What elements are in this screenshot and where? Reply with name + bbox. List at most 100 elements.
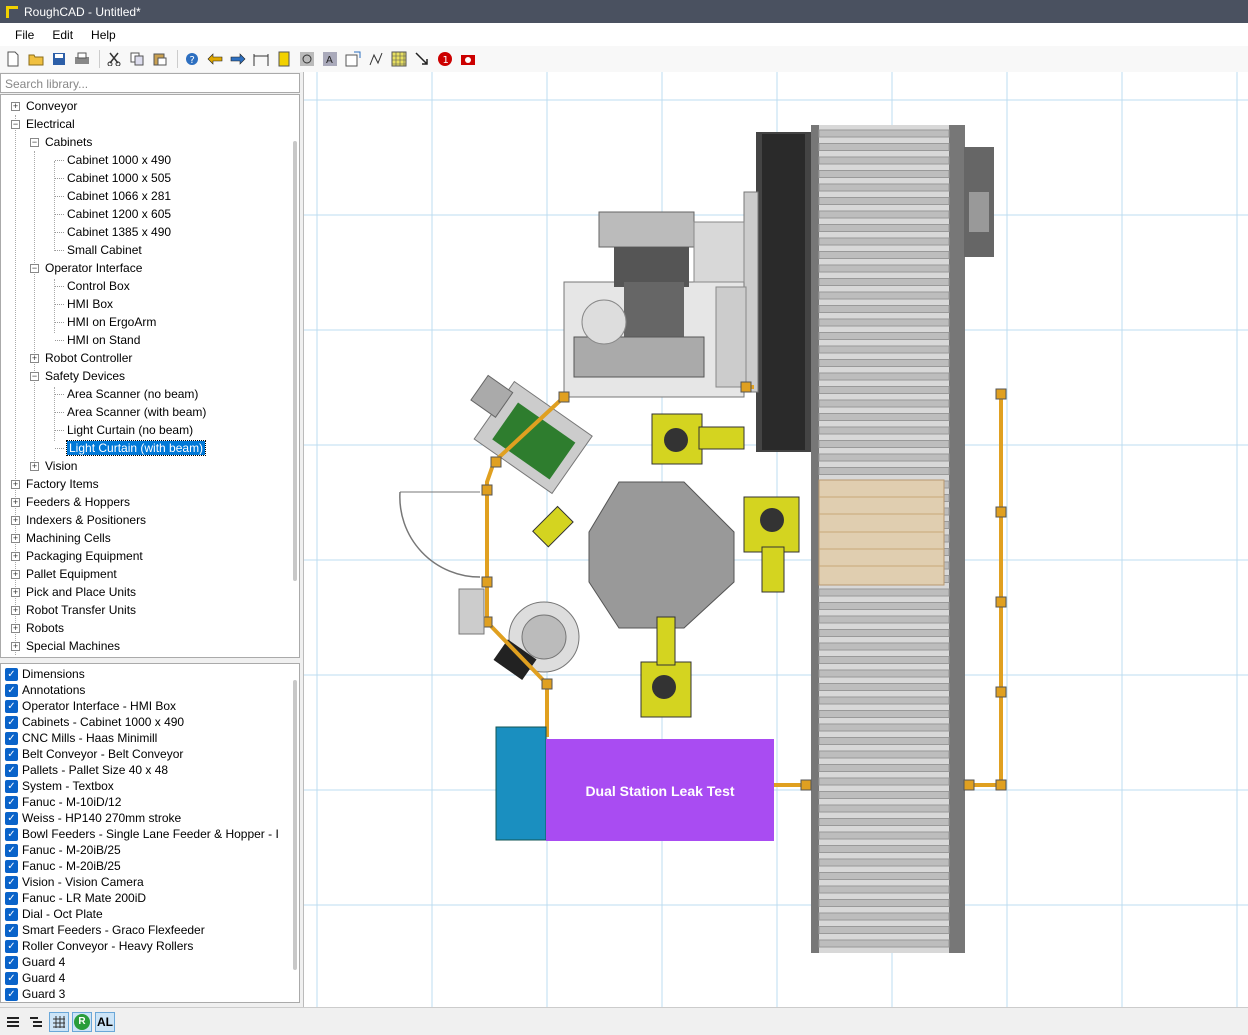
robot-fanuc-m-20ib-top[interactable] <box>651 413 745 465</box>
expand-plus-icon[interactable]: + <box>30 353 39 363</box>
layer-row[interactable]: ✓ Fanuc - M-20iB/25 <box>5 842 121 858</box>
camera-icon[interactable] <box>458 49 478 69</box>
cnc-mill[interactable] <box>563 211 747 398</box>
tree-node-robot-transfer[interactable]: + Robot Transfer Units <box>11 601 136 619</box>
save-icon[interactable] <box>49 49 69 69</box>
layer-row[interactable]: ✓ Weiss - HP140 270mm stroke <box>5 810 181 826</box>
tree-leaf[interactable]: Cabinet 1000 x 505 <box>55 169 171 187</box>
tree-node-factory-items[interactable]: + Factory Items <box>11 475 99 493</box>
tree-leaf[interactable]: Area Scanner (no beam) <box>55 385 198 403</box>
layer-row[interactable]: ✓ Operator Interface - HMI Box <box>5 698 176 714</box>
tree-node-electrical[interactable]: − Electrical <box>11 115 75 133</box>
robot-lr-mate[interactable] <box>532 505 574 548</box>
layer-row[interactable]: ✓ Guard 4 <box>5 954 65 970</box>
layer-row[interactable]: ✓ Smart Feeders - Graco Flexfeeder <box>5 922 205 938</box>
tree-node-pallet[interactable]: + Pallet Equipment <box>11 565 117 583</box>
tree-leaf[interactable]: Cabinet 1385 x 490 <box>55 223 171 241</box>
polyline-icon[interactable] <box>366 49 386 69</box>
layers-scrollbar[interactable] <box>293 680 297 970</box>
tree-leaf[interactable]: Control Box <box>55 277 130 295</box>
layer-checkbox[interactable]: ✓ <box>5 843 18 857</box>
copy-icon[interactable] <box>127 49 147 69</box>
tree-node-pick-place[interactable]: + Pick and Place Units <box>11 583 136 601</box>
tree-scrollbar[interactable] <box>293 141 297 581</box>
expand-plus-icon[interactable]: + <box>11 587 20 597</box>
tree-node-cabinets[interactable]: − Cabinets <box>30 133 92 151</box>
layer-checkbox[interactable]: ✓ <box>5 747 18 761</box>
export-icon[interactable] <box>343 49 363 69</box>
search-input[interactable]: Search library... <box>0 73 300 93</box>
layer-checkbox[interactable]: ✓ <box>5 923 18 937</box>
grid-icon[interactable] <box>389 49 409 69</box>
tree-leaf[interactable]: Light Curtain (no beam) <box>55 421 193 439</box>
collapse-minus-icon[interactable]: − <box>30 371 39 381</box>
oct-dial[interactable] <box>588 481 735 629</box>
layer-checkbox[interactable]: ✓ <box>5 971 18 985</box>
layer-checkbox[interactable]: ✓ <box>5 891 18 905</box>
registration-icon[interactable]: R <box>72 1011 92 1032</box>
tree-node-feeders[interactable]: + Feeders & Hoppers <box>11 493 130 511</box>
electrical-cabinet[interactable] <box>495 726 547 841</box>
tree-node-robot-controller[interactable]: + Robot Controller <box>30 349 132 367</box>
layer-row[interactable]: ✓ Vision - Vision Camera <box>5 874 144 890</box>
tree-leaf[interactable]: Cabinet 1000 x 490 <box>55 151 171 169</box>
expand-plus-icon[interactable]: + <box>11 551 20 561</box>
print-icon[interactable] <box>72 49 92 69</box>
grid-toggle-icon[interactable] <box>49 1011 69 1032</box>
layer-row[interactable]: ✓ CNC Mills - Haas Minimill <box>5 730 157 746</box>
alert-icon[interactable]: 1 <box>435 49 455 69</box>
layer-checkbox[interactable]: ✓ <box>5 699 18 713</box>
tree-node-safety-devices[interactable]: − Safety Devices <box>30 367 125 385</box>
hmi-box[interactable] <box>458 588 485 635</box>
layer-checkbox[interactable]: ✓ <box>5 907 18 921</box>
layer-checkbox[interactable]: ✓ <box>5 875 18 889</box>
menu-edit[interactable]: Edit <box>43 26 82 44</box>
tree-node-special[interactable]: + Special Machines <box>11 637 120 655</box>
paste-icon[interactable] <box>150 49 170 69</box>
layer-checkbox[interactable]: ✓ <box>5 667 18 681</box>
layer-row[interactable]: ✓ System - Textbox <box>5 778 114 794</box>
robot-fanuc-m-10id-bottom[interactable] <box>640 616 692 718</box>
tree-leaf[interactable]: HMI on ErgoArm <box>55 313 156 331</box>
expand-plus-icon[interactable]: + <box>30 461 39 471</box>
tree-view-icon[interactable] <box>26 1012 46 1032</box>
layer-row[interactable]: ✓ Bowl Feeders - Single Lane Feeder & Hop… <box>5 826 279 842</box>
text-icon[interactable]: A <box>320 49 340 69</box>
layer-checkbox[interactable]: ✓ <box>5 763 18 777</box>
layer-row[interactable]: ✓ Fanuc - M-20iB/25 <box>5 858 121 874</box>
drawing-canvas[interactable]: Dual Station Leak Test <box>303 72 1248 1007</box>
layer-row[interactable]: ✓ Fanuc - M-10iD/12 <box>5 794 121 810</box>
redo-arrow-icon[interactable] <box>228 49 248 69</box>
tree-node-operator-interface[interactable]: − Operator Interface <box>30 259 142 277</box>
expand-plus-icon[interactable]: + <box>11 533 20 543</box>
help-icon[interactable]: ? <box>182 49 202 69</box>
tree-node-indexers[interactable]: + Indexers & Positioners <box>11 511 146 529</box>
expand-plus-icon[interactable]: + <box>11 641 20 651</box>
layer-checkbox[interactable]: ✓ <box>5 779 18 793</box>
tree-node-conveyor[interactable]: + Conveyor <box>11 97 77 115</box>
collapse-minus-icon[interactable]: − <box>30 263 39 273</box>
arrow-line-icon[interactable] <box>412 49 432 69</box>
expand-plus-icon[interactable]: + <box>11 515 20 525</box>
tree-node-robots[interactable]: + Robots <box>11 619 64 637</box>
annotation-icon[interactable] <box>297 49 317 69</box>
cut-icon[interactable] <box>104 49 124 69</box>
tree-leaf[interactable]: Cabinet 1200 x 605 <box>55 205 171 223</box>
undo-arrow-icon[interactable] <box>205 49 225 69</box>
layer-checkbox[interactable]: ✓ <box>5 827 18 841</box>
layer-checkbox[interactable]: ✓ <box>5 731 18 745</box>
tree-node-machining[interactable]: + Machining Cells <box>11 529 111 547</box>
collapse-minus-icon[interactable]: − <box>30 137 39 147</box>
tree-node-vision[interactable]: + Vision <box>30 457 77 475</box>
layer-checkbox[interactable]: ✓ <box>5 795 18 809</box>
layer-row[interactable]: ✓ Annotations <box>5 682 85 698</box>
dimension-icon[interactable] <box>251 49 271 69</box>
layer-row[interactable]: ✓ Belt Conveyor - Belt Conveyor <box>5 746 183 762</box>
layer-checkbox[interactable]: ✓ <box>5 987 18 1001</box>
expand-plus-icon[interactable]: + <box>11 623 20 633</box>
belt-conveyor[interactable] <box>743 132 811 452</box>
layer-row[interactable]: ✓ Guard 4 <box>5 970 65 986</box>
tree-leaf-selected[interactable]: Light Curtain (with beam) <box>55 439 207 457</box>
layer-checkbox[interactable]: ✓ <box>5 859 18 873</box>
layer-checkbox[interactable]: ✓ <box>5 939 18 953</box>
